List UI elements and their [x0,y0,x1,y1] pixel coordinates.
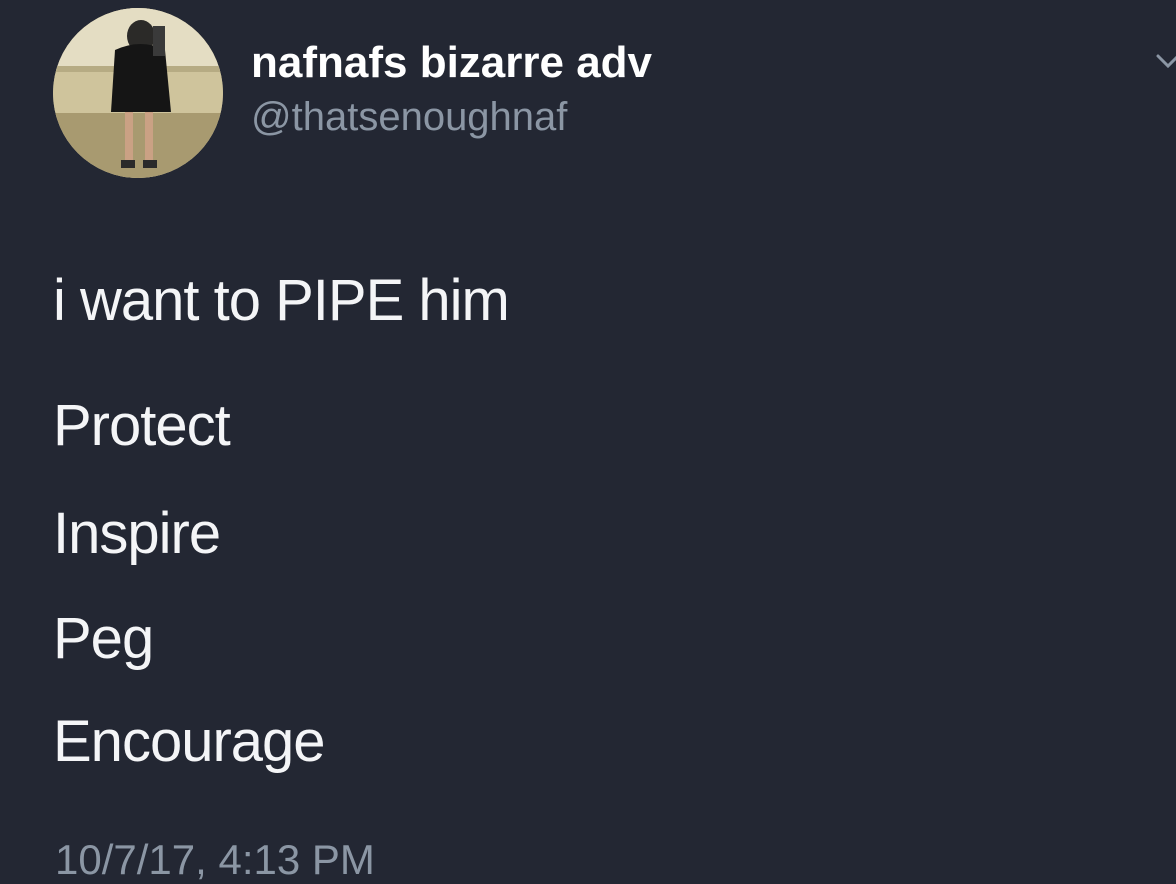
avatar[interactable] [53,8,223,178]
tweet-text-line: i want to PIPE him [53,268,510,333]
tweet-text-line: Peg [53,606,154,671]
avatar-photo [53,8,223,178]
tweet-text-line: Inspire [53,501,221,566]
tweet-text-line: Protect [53,393,231,458]
tweet-text-line: Encourage [53,709,326,774]
tweet-card: nafnafs bizarre adv @thatsenoughnaf i wa… [0,0,1176,883]
user-handle[interactable]: @thatsenoughnaf [251,95,567,140]
chevron-down-icon[interactable] [1152,48,1176,78]
tweet-timestamp[interactable]: 10/7/17, 4:13 PM [55,836,375,884]
display-name[interactable]: nafnafs bizarre adv [251,38,652,88]
